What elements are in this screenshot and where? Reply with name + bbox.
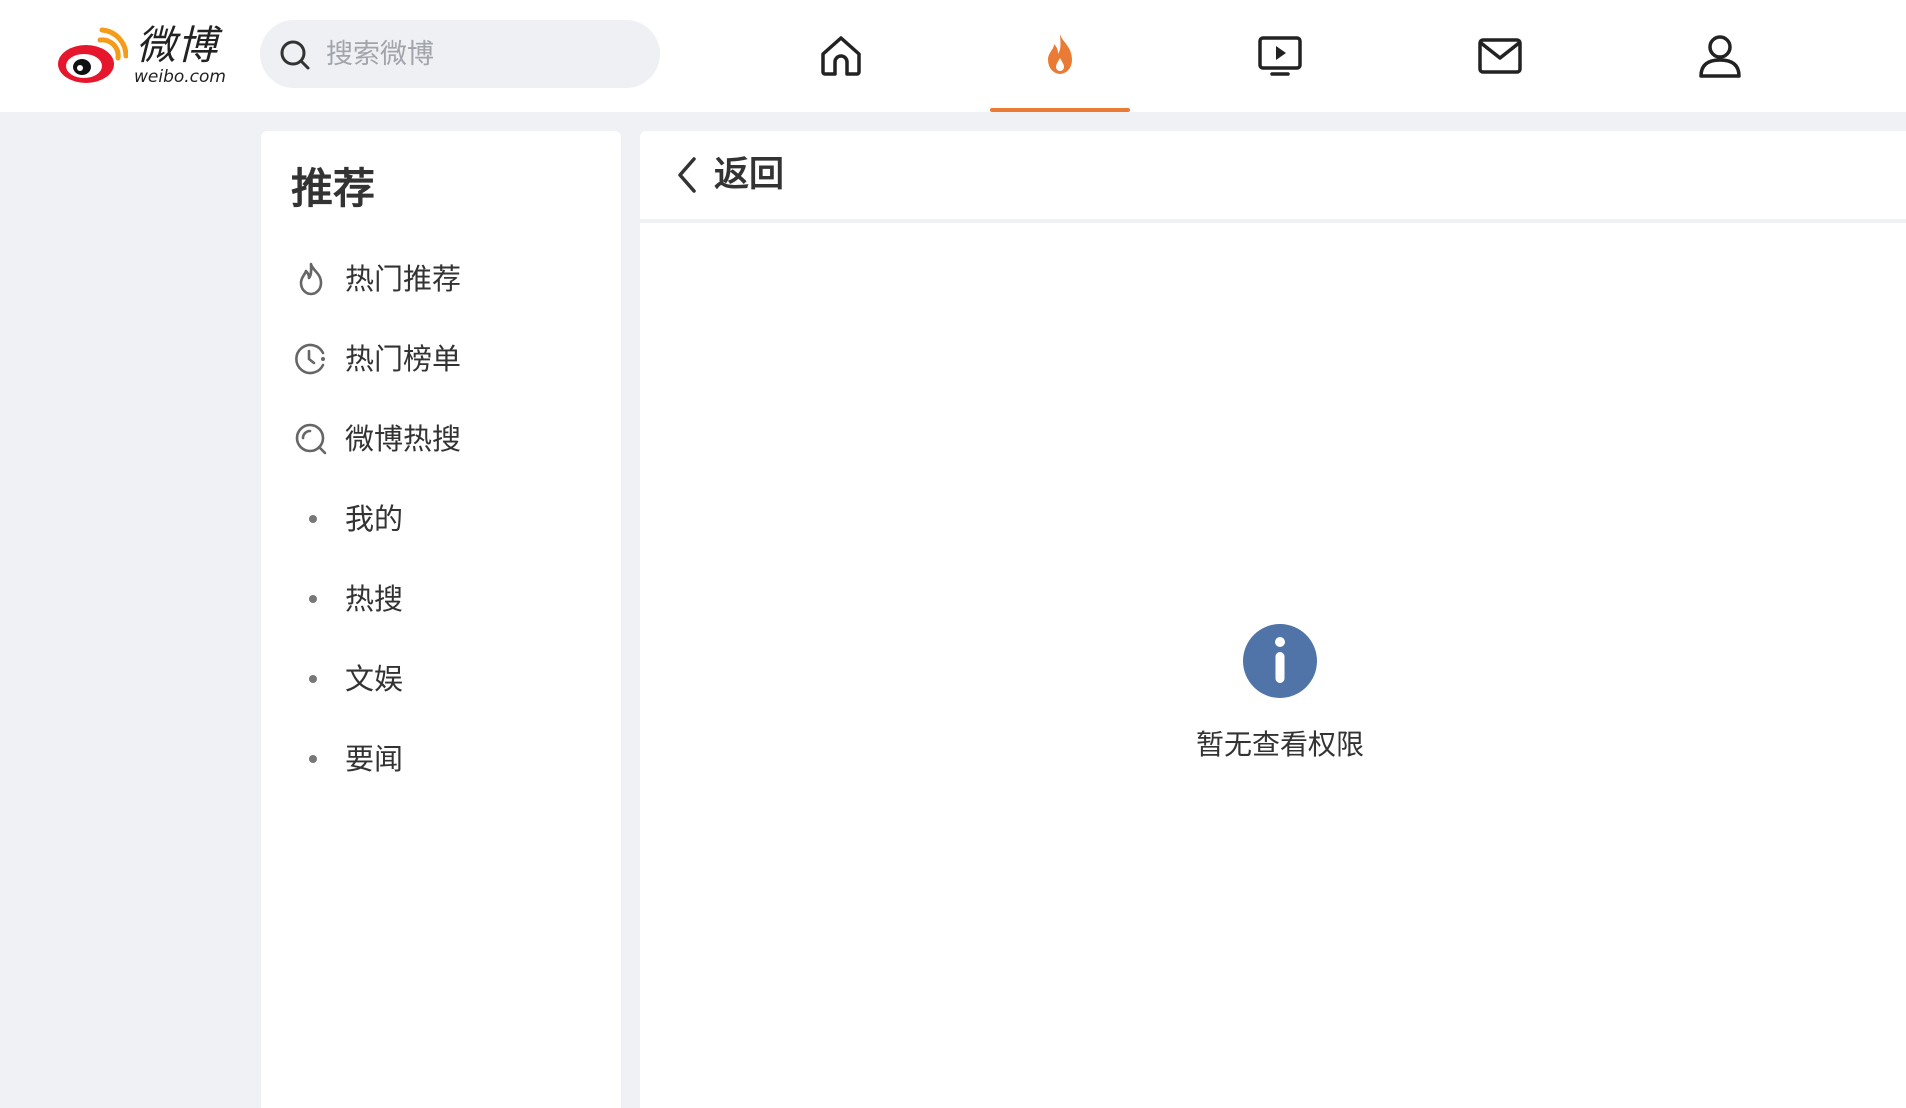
sidebar-item-label: 我的 bbox=[345, 502, 404, 536]
sidebar-item-label: 文娱 bbox=[345, 662, 404, 696]
sidebar-title: 推荐 bbox=[291, 164, 376, 213]
user-icon bbox=[1699, 35, 1741, 78]
main-header: 返回 bbox=[640, 131, 1906, 219]
info-icon bbox=[1243, 624, 1317, 698]
sidebar-item-news[interactable]: 要闻 bbox=[261, 727, 621, 791]
nav-hot[interactable] bbox=[990, 0, 1130, 112]
sidebar-item-label: 微博热搜 bbox=[345, 422, 462, 456]
sidebar-item-hot-recommend[interactable]: 热门推荐 bbox=[261, 247, 621, 311]
sidebar: 推荐 热门推荐 热门榜单 微博热搜 我的 热搜 文娱 要闻 bbox=[261, 131, 621, 1108]
back-button[interactable]: 返回 bbox=[674, 151, 784, 199]
sidebar-item-mine[interactable]: 我的 bbox=[261, 487, 621, 551]
bullet-dot bbox=[309, 755, 317, 763]
weibo-logo-icon bbox=[58, 27, 128, 83]
top-navbar: 微博 weibo.com bbox=[0, 0, 1906, 112]
bullet-dot bbox=[309, 515, 317, 523]
clock-chart-icon bbox=[293, 341, 329, 377]
logo-wordmark: 微博 bbox=[136, 23, 218, 69]
mail-icon bbox=[1478, 38, 1522, 74]
nav-messages[interactable] bbox=[1430, 0, 1570, 112]
weibo-logo[interactable]: 微博 weibo.com bbox=[56, 22, 236, 90]
sidebar-item-entertainment[interactable]: 文娱 bbox=[261, 647, 621, 711]
sidebar-item-label: 热门榜单 bbox=[345, 342, 462, 376]
chevron-left-icon bbox=[678, 157, 696, 193]
flame-icon bbox=[1048, 34, 1072, 74]
empty-state-message: 暂无查看权限 bbox=[1195, 728, 1364, 761]
bullet-dot bbox=[309, 595, 317, 603]
sidebar-item-weibo-hot-search[interactable]: 微博热搜 bbox=[261, 407, 621, 471]
search-circle-icon bbox=[293, 421, 329, 457]
search-input[interactable] bbox=[326, 34, 646, 74]
search-box[interactable] bbox=[260, 20, 660, 88]
home-icon bbox=[821, 36, 861, 76]
main-content: 暂无查看权限 bbox=[640, 223, 1906, 1108]
bullet-dot bbox=[309, 675, 317, 683]
search-icon bbox=[280, 40, 310, 70]
sidebar-item-label: 热搜 bbox=[345, 582, 404, 616]
back-label: 返回 bbox=[714, 155, 785, 195]
video-icon bbox=[1258, 36, 1302, 76]
logo-domain: weibo.com bbox=[134, 67, 226, 87]
flame-outline-icon bbox=[293, 261, 329, 297]
nav-video[interactable] bbox=[1210, 0, 1350, 112]
sidebar-item-label: 热门推荐 bbox=[345, 262, 462, 296]
nav-home[interactable] bbox=[771, 0, 911, 112]
sidebar-item-hot-list[interactable]: 热门榜单 bbox=[261, 327, 621, 391]
sidebar-item-hot-search[interactable]: 热搜 bbox=[261, 567, 621, 631]
sidebar-item-label: 要闻 bbox=[345, 742, 404, 776]
nav-profile[interactable] bbox=[1650, 0, 1790, 112]
